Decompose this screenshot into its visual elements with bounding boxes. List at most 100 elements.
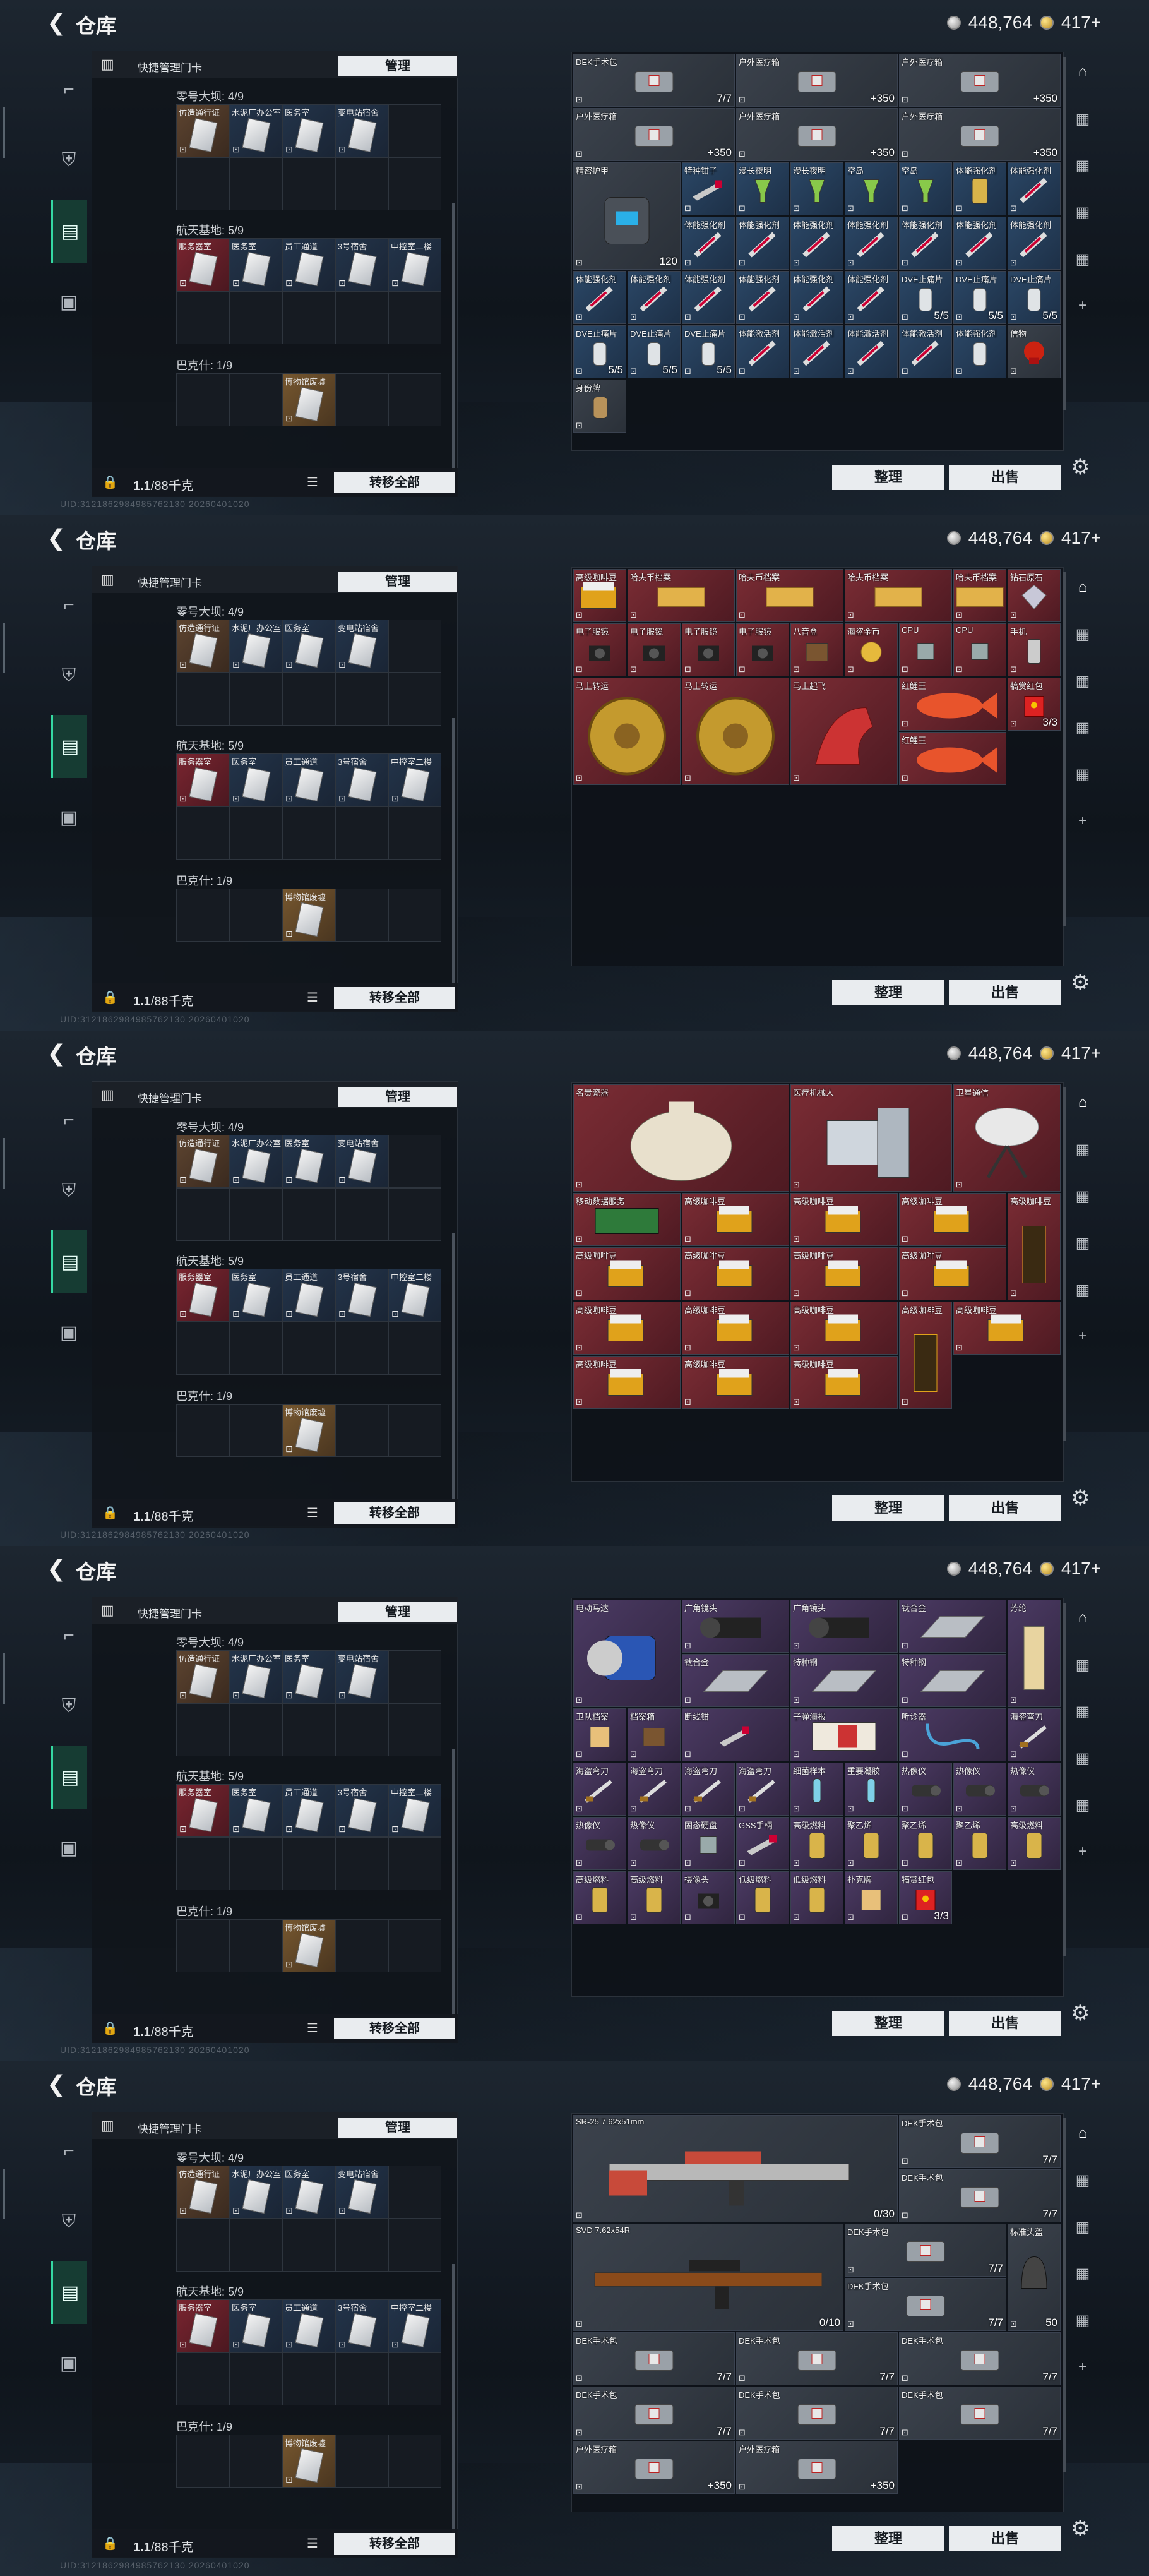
empty-keycard-slot[interactable]	[282, 806, 335, 860]
empty-keycard-slot[interactable]	[229, 889, 282, 942]
vault-icon[interactable]: ⌂	[1069, 1604, 1097, 1632]
keycard-slot[interactable]: 水泥厂办公室 ⊡	[229, 2166, 282, 2219]
add-icon[interactable]: +	[1069, 807, 1097, 835]
empty-keycard-slot[interactable]	[229, 291, 282, 344]
stash-item[interactable]: 高级咖啡豆 ⊡	[790, 1247, 898, 1300]
stash-item[interactable]: CPU ⊡	[953, 623, 1006, 676]
storage-icon-1[interactable]: ▦	[1069, 105, 1097, 133]
empty-keycard-slot[interactable]	[176, 2435, 229, 2488]
empty-keycard-slot[interactable]	[229, 2219, 282, 2272]
keycard-slot[interactable]: 仿造通行证 ⊡	[176, 2166, 229, 2219]
empty-keycard-slot[interactable]	[229, 2352, 282, 2405]
stash-item[interactable]: 高级咖啡豆 ⊡	[899, 1193, 1006, 1246]
gear-icon[interactable]: ⚙	[1071, 970, 1090, 995]
keycard-slot[interactable]: 博物馆废墟 ⊡	[282, 889, 335, 942]
keycard-slot[interactable]: 博物馆废墟 ⊡	[282, 1919, 335, 1972]
stash-item[interactable]: 犒赏红包 3/3 ⊡	[1008, 678, 1061, 731]
stash-item[interactable]: 聚乙烯 ⊡	[953, 1817, 1006, 1870]
keycard-scrollbar[interactable]	[452, 1233, 455, 1518]
storage-icon-1[interactable]: ▦	[1069, 2166, 1097, 2194]
stash-item[interactable]: DEK手术包 7/7 ⊡	[899, 2387, 1061, 2440]
list-icon[interactable]: ☰	[307, 2536, 318, 2551]
empty-keycard-slot[interactable]	[282, 157, 335, 210]
lock-icon[interactable]: 🔒	[102, 990, 118, 1005]
stash-item[interactable]: 高级燃料 ⊡	[1008, 1817, 1061, 1870]
stash-item[interactable]: 固态硬盘 ⊡	[682, 1817, 735, 1870]
empty-keycard-slot[interactable]	[229, 1404, 282, 1457]
storage-icon-3[interactable]: ▦	[1069, 198, 1097, 226]
vault-icon[interactable]: ⌂	[1069, 1089, 1097, 1117]
stash-item[interactable]: 空岛 ⊡	[845, 162, 898, 215]
stash-item[interactable]: 高级咖啡豆 ⊡	[682, 1193, 789, 1246]
stash-item[interactable]: 高级咖啡豆 ⊡	[682, 1356, 789, 1409]
tab-armor[interactable]: ⛨	[51, 129, 87, 192]
stash-item[interactable]: 档案箱 ⊡	[628, 1708, 681, 1761]
lock-icon[interactable]: 🔒	[102, 2020, 118, 2036]
empty-keycard-slot[interactable]	[282, 2352, 335, 2405]
stash-item[interactable]: 高级咖啡豆 ⊡	[573, 569, 626, 622]
stash-item[interactable]: CPU ⊡	[899, 623, 952, 676]
tab-cases[interactable]: ▣	[51, 1301, 87, 1364]
empty-keycard-slot[interactable]	[282, 1322, 335, 1375]
lock-icon[interactable]: 🔒	[102, 2536, 118, 2551]
empty-keycard-slot[interactable]	[388, 1837, 441, 1890]
storage-icon-4[interactable]: ▦	[1069, 245, 1097, 273]
stash-item[interactable]: 高级咖啡豆 ⊡	[790, 1302, 898, 1355]
stash-item[interactable]: 体能强化剂 ⊡	[953, 162, 1006, 215]
keycard-slot[interactable]: 中控室二楼 ⊡	[388, 238, 441, 291]
keycard-slot[interactable]: 变电站宿舍 ⊡	[335, 2166, 388, 2219]
gold-amount[interactable]: 417+	[1061, 1559, 1101, 1579]
storage-icon-4[interactable]: ▦	[1069, 2306, 1097, 2334]
stash-item[interactable]: 钛合金 ⊡	[899, 1600, 1006, 1653]
keycard-slot[interactable]: 医务室 ⊡	[282, 104, 335, 157]
keycard-slot[interactable]: 医务室 ⊡	[282, 2166, 335, 2219]
empty-keycard-slot[interactable]	[388, 1703, 441, 1756]
stash-item[interactable]: 户外医疗箱 +350 ⊡	[736, 2441, 898, 2494]
stash-item[interactable]: 精密护甲 120 ⊡	[573, 162, 681, 270]
empty-keycard-slot[interactable]	[229, 806, 282, 860]
storage-icon-3[interactable]: ▦	[1069, 2260, 1097, 2287]
stash-item[interactable]: 高级咖啡豆 ⊡	[953, 1302, 1061, 1355]
stash-item[interactable]: 低级燃料 ⊡	[790, 1871, 843, 1924]
stash-item[interactable]: 高级咖啡豆 ⊡	[790, 1193, 898, 1246]
keycard-slot[interactable]: 医务室 ⊡	[229, 1269, 282, 1322]
stash-item[interactable]: 聚乙烯 ⊡	[899, 1817, 952, 1870]
keycard-slot[interactable]: 医务室 ⊡	[229, 238, 282, 291]
list-icon[interactable]: ☰	[307, 2020, 318, 2036]
stash-item[interactable]: DEK手术包 7/7 ⊡	[573, 54, 735, 107]
vault-icon[interactable]: ⌂	[1069, 58, 1097, 86]
add-icon[interactable]: +	[1069, 292, 1097, 320]
tab-cases[interactable]: ▣	[51, 1816, 87, 1879]
sort-button[interactable]: 整理	[832, 1495, 944, 1521]
empty-keycard-slot[interactable]	[388, 291, 441, 344]
empty-keycard-slot[interactable]	[282, 673, 335, 726]
keycard-slot[interactable]: 仿造通行证 ⊡	[176, 104, 229, 157]
stash-item[interactable]: 体能强化剂 ⊡	[899, 217, 952, 270]
empty-keycard-slot[interactable]	[176, 673, 229, 726]
tab-weapons[interactable]: ⌐	[51, 1089, 87, 1152]
stash-item[interactable]: 高级咖啡豆 ⊡	[790, 1356, 898, 1409]
stash-item[interactable]: GSS手柄 ⊡	[736, 1817, 789, 1870]
stash-item[interactable]: 户外医疗箱 +350 ⊡	[899, 54, 1061, 107]
keycard-slot[interactable]: 变电站宿舍 ⊡	[335, 104, 388, 157]
stash-item[interactable]: 体能激活剂 ⊡	[845, 325, 898, 378]
empty-keycard-slot[interactable]	[176, 1837, 229, 1890]
sell-button[interactable]: 出售	[949, 980, 1061, 1005]
stash-item[interactable]: 电子服镜 ⊡	[736, 623, 789, 676]
empty-keycard-slot[interactable]	[176, 2352, 229, 2405]
stash-item[interactable]: 特种钢 ⊡	[790, 1654, 898, 1707]
empty-keycard-slot[interactable]	[176, 1919, 229, 1972]
keycard-slot[interactable]: 员工通道 ⊡	[282, 1784, 335, 1837]
keycard-slot[interactable]: 服务器室 ⊡	[176, 1784, 229, 1837]
empty-keycard-slot[interactable]	[388, 104, 441, 157]
empty-keycard-slot[interactable]	[229, 1837, 282, 1890]
manage-button[interactable]: 管理	[338, 1602, 457, 1622]
stash-item[interactable]: 名贵瓷器 ⊡	[573, 1084, 789, 1192]
tab-weapons[interactable]: ⌐	[51, 58, 87, 121]
empty-keycard-slot[interactable]	[229, 373, 282, 426]
keycard-slot[interactable]: 3号宿舍 ⊡	[335, 1269, 388, 1322]
storage-icon-1[interactable]: ▦	[1069, 1651, 1097, 1679]
stash-item[interactable]: 医疗机械人 ⊡	[790, 1084, 952, 1192]
keycard-slot[interactable]: 员工通道 ⊡	[282, 2299, 335, 2352]
back-arrow-icon[interactable]: ❮	[47, 1042, 66, 1065]
